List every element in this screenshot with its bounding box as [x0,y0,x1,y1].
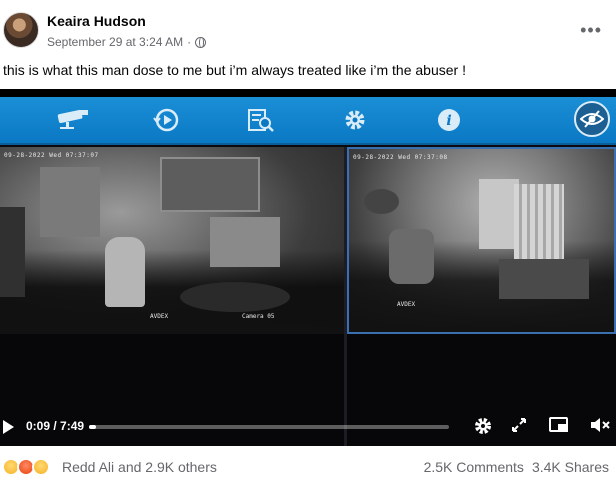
picture-in-picture-icon[interactable] [548,416,570,439]
globe-icon [195,36,207,48]
volume-muted-icon[interactable] [589,416,613,439]
avatar[interactable] [3,12,39,48]
fullscreen-icon[interactable] [510,416,528,439]
post-stats: 2.5K Comments 3.4K Shares [424,459,609,475]
video-player[interactable]: i 09-28-2022 Wed 07:37:07 AVDEX Camera 0… [0,89,616,446]
svg-text:i: i [446,113,451,129]
info-icon: i [436,108,462,138]
camera-2-brand: AVDEX [397,301,416,308]
camera-feed-1[interactable]: 09-28-2022 Wed 07:37:07 AVDEX Camera 05 [0,147,344,334]
camera-feed-2[interactable]: 09-28-2022 Wed 07:37:08 AVDEX [347,147,616,334]
camera-2-timestamp: 09-28-2022 Wed 07:37:08 [353,154,448,161]
player-controls: 0:09 / 7:49 [0,407,616,446]
eye-view-icon [574,101,610,137]
progress-bar[interactable] [89,425,449,429]
shares-count[interactable]: 3.4K Shares [532,459,609,475]
playback-icon [151,108,181,138]
comments-count[interactable]: 2.5K Comments [424,459,524,475]
gear-icon [342,108,368,138]
reaction-summary[interactable]: Redd Ali and 2.9K others [62,459,217,475]
camera-1-timestamp: 09-28-2022 Wed 07:37:07 [4,152,99,159]
camera-1-brand: AVDEX [150,313,169,320]
meta-separator: · [187,35,192,49]
cctv-camera-icon [56,108,90,136]
play-icon[interactable] [3,420,14,434]
dvr-toolbar: i [0,97,616,145]
camera-1-label: Camera 05 [242,313,275,320]
engagement-bar: Redd Ali and 2.9K others 2.5K Comments 3… [0,452,616,482]
search-file-icon [247,108,275,138]
post-timestamp[interactable]: September 29 at 3:24 AM [47,35,183,49]
author-name[interactable]: Keaira Hudson [47,13,146,29]
video-time: 0:09 / 7:49 [26,419,85,433]
post-header: Keaira Hudson September 29 at 3:24 AM · … [0,0,616,58]
post-caption: this is what this man dose to me but i’m… [3,62,466,78]
progress-fill [89,425,96,429]
more-options-button[interactable]: ••• [580,20,602,41]
wow-emoji[interactable] [32,458,50,476]
video-top-bar [0,89,616,97]
settings-gear-icon[interactable] [473,416,493,441]
post-meta: September 29 at 3:24 AM · [47,35,207,49]
